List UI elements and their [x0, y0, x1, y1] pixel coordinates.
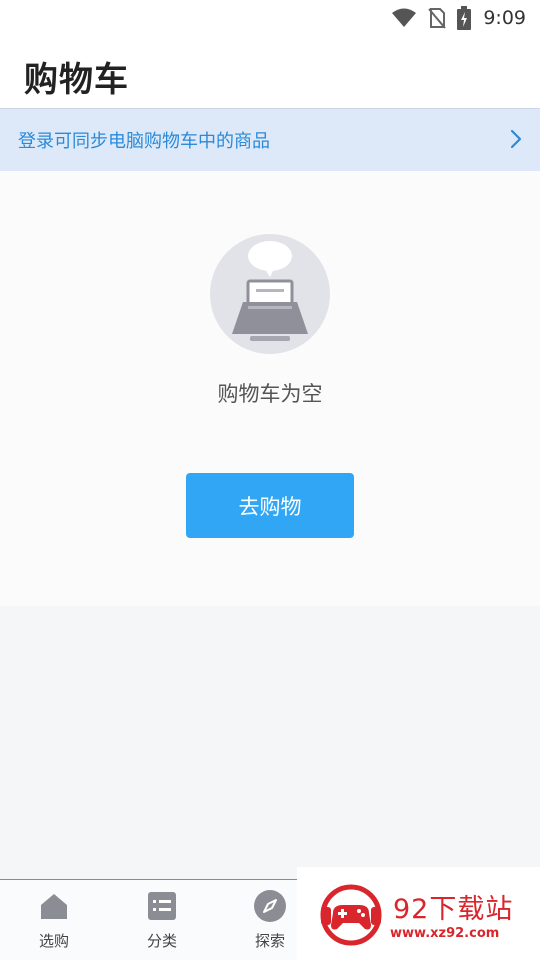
- empty-cart-card: 购物车为空 去购物: [0, 171, 540, 606]
- watermark-text: 92下载站: [393, 894, 514, 925]
- nav-item-shop[interactable]: 选购: [0, 880, 108, 960]
- nav-item-label: 选购: [38, 932, 69, 950]
- status-bar: 9:09: [0, 0, 540, 36]
- empty-cart-message: 购物车为空: [217, 382, 323, 406]
- login-sync-banner[interactable]: 登录可同步电脑购物车中的商品: [0, 108, 540, 171]
- status-icons: 9:09: [391, 4, 526, 32]
- app-header: 购物车: [0, 36, 540, 108]
- status-time: 9:09: [483, 7, 526, 29]
- list-icon: [148, 890, 176, 922]
- chevron-right-icon: [510, 129, 522, 153]
- compass-icon: [254, 890, 286, 922]
- empty-cart-laptop-icon: [210, 234, 330, 354]
- battery-charging-icon: [457, 6, 472, 30]
- gamepad-logo-icon: [319, 883, 383, 951]
- page-title: 购物车: [24, 60, 129, 100]
- watermark: 92下载站 www.xz92.com: [297, 867, 540, 960]
- nav-item-label: 分类: [146, 932, 177, 950]
- nav-item-category[interactable]: 分类: [108, 880, 216, 960]
- nav-item-label: 探索: [254, 932, 285, 950]
- no-sim-icon: [427, 7, 447, 29]
- login-banner-text: 登录可同步电脑购物车中的商品: [18, 131, 270, 152]
- wifi-icon: [391, 8, 417, 28]
- home-icon: [40, 890, 68, 922]
- watermark-url: www.xz92.com: [390, 926, 500, 941]
- go-shopping-button[interactable]: 去购物: [186, 473, 354, 538]
